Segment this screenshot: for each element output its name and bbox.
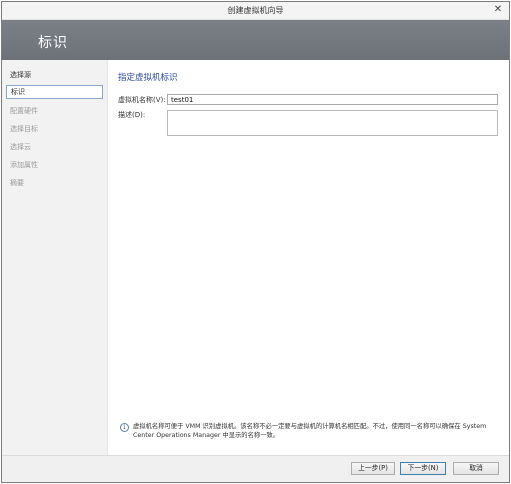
- info-note: i 虚拟机名称可便于 VMM 识别虚拟机。该名称不必一定要与虚拟机的计算机名相匹…: [120, 422, 505, 448]
- vm-name-input[interactable]: [167, 94, 498, 105]
- sidebar-item-select-cloud: 选择云: [10, 143, 31, 151]
- next-button[interactable]: 下一步(N): [400, 462, 446, 475]
- info-text: 虚拟机名称可便于 VMM 识别虚拟机。该名称不必一定要与虚拟机的计算机名相匹配。…: [133, 423, 487, 439]
- vm-name-label: 虚拟机名称(V):: [118, 96, 166, 104]
- wizard-footer: 上一步(P) 下一步(N) 取消: [2, 455, 509, 482]
- description-input[interactable]: [167, 110, 498, 136]
- info-icon: i: [120, 423, 129, 432]
- cancel-button[interactable]: 取消: [453, 462, 499, 475]
- sidebar-item-select-destination: 选择目标: [10, 125, 38, 133]
- sidebar-item-add-properties: 添加属性: [10, 161, 38, 169]
- page-banner: 标识: [2, 20, 509, 60]
- window-title: 创建虚拟机向导: [227, 6, 284, 15]
- main-content: 指定虚拟机标识 虚拟机名称(V): 描述(D): i 虚拟机名称可便于 VMM …: [107, 60, 509, 455]
- close-icon[interactable]: ✕: [491, 4, 505, 16]
- title-bar: 创建虚拟机向导 ✕: [2, 2, 509, 20]
- wizard-steps-sidebar: 选择源 标识 配置硬件 选择目标 选择云 添加属性 摘要: [2, 60, 106, 455]
- previous-button[interactable]: 上一步(P): [351, 462, 395, 475]
- sidebar-item-summary: 摘要: [10, 179, 24, 187]
- sidebar-item-select-source[interactable]: 选择源: [6, 68, 103, 82]
- wizard-window: 创建虚拟机向导 ✕ 标识 选择源 标识 配置硬件 选择目标 选择云 添加属性 摘…: [1, 1, 510, 483]
- section-title: 指定虚拟机标识: [118, 73, 178, 83]
- page-title: 标识: [38, 35, 68, 51]
- sidebar-item-identity[interactable]: 标识: [6, 85, 103, 99]
- sidebar-item-configure-hardware: 配置硬件: [10, 107, 38, 115]
- description-label: 描述(D):: [118, 111, 146, 119]
